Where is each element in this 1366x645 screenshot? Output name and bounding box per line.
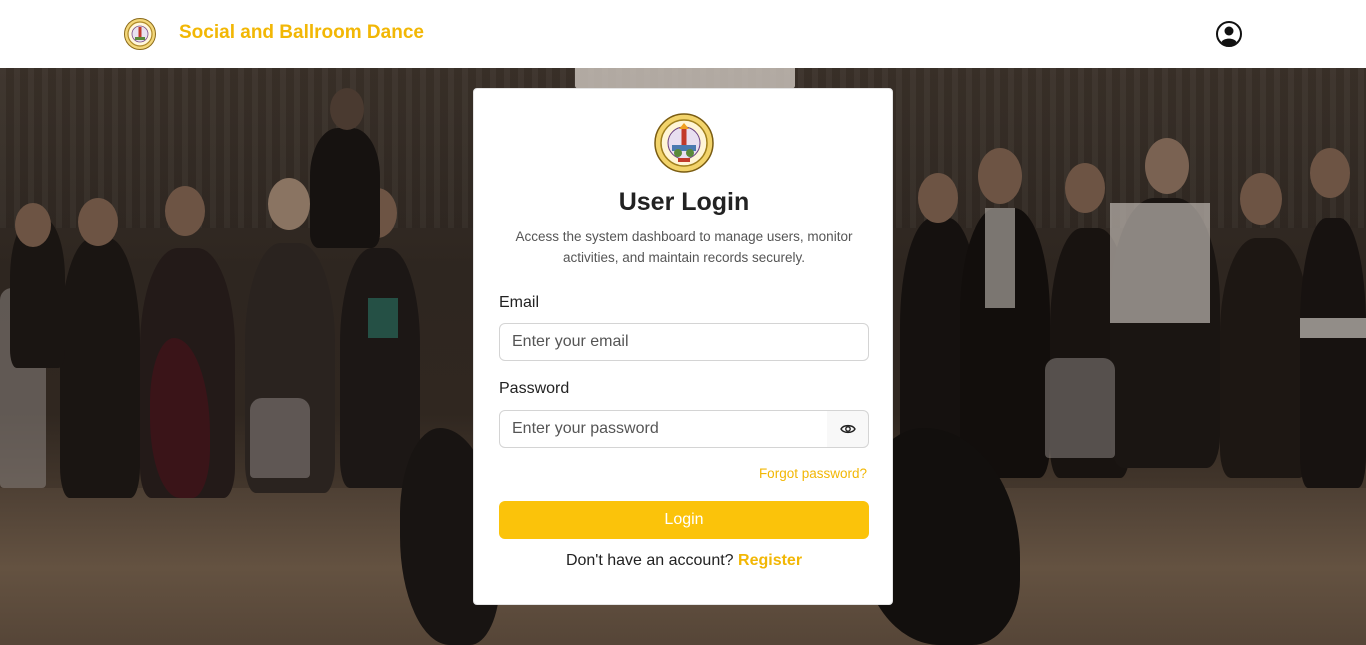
register-link[interactable]: Register xyxy=(738,552,802,569)
password-input[interactable] xyxy=(499,410,828,448)
college-seal-logo xyxy=(654,113,714,173)
email-input[interactable] xyxy=(499,323,869,361)
navbar: Social and Ballroom Dance xyxy=(0,0,1366,68)
login-button[interactable]: Login xyxy=(499,501,869,539)
register-prompt: Don't have an account? xyxy=(565,552,734,569)
page-subtitle: Access the system dashboard to manage us… xyxy=(515,229,853,265)
email-label: Email xyxy=(499,294,540,311)
user-circle-icon[interactable] xyxy=(1215,20,1243,48)
college-seal-logo[interactable] xyxy=(124,18,156,50)
eye-icon xyxy=(839,424,856,434)
login-card: User Login Access the system dashboard t… xyxy=(473,88,893,605)
page-title: User Login xyxy=(618,188,750,216)
site-title[interactable]: Social and Ballroom Dance xyxy=(179,22,424,44)
forgot-password-link[interactable]: Forgot password? xyxy=(759,466,867,481)
register-line: Don't have an account? Register xyxy=(474,552,894,570)
password-label: Password xyxy=(499,380,570,397)
show-password-button[interactable] xyxy=(827,410,869,448)
